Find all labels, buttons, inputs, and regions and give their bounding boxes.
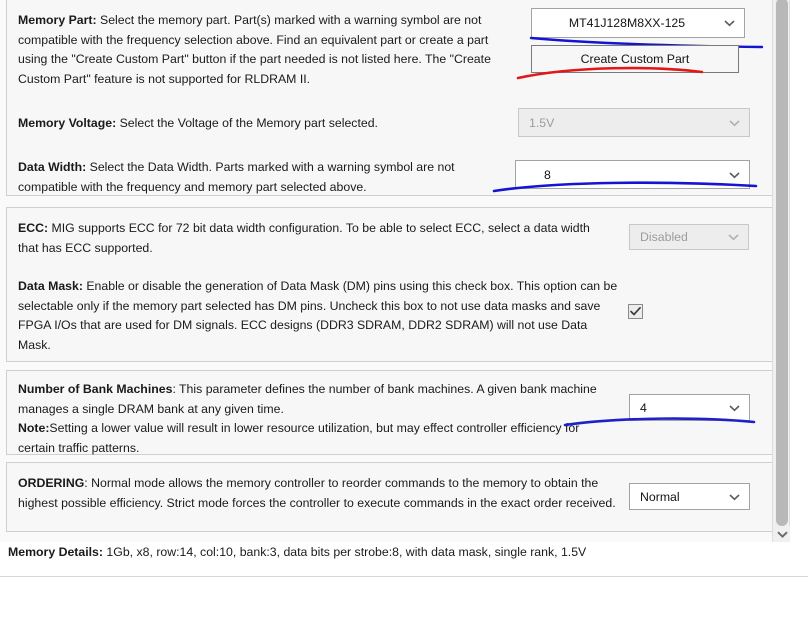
bank-machines-note-label: Note: [18, 421, 50, 435]
memory-voltage-label: Memory Voltage: [18, 116, 117, 130]
bank-machines-note-text: Setting a lower value will result in low… [18, 421, 580, 455]
memory-details: Memory Details: 1Gb, x8, row:14, col:10,… [8, 545, 586, 559]
scrollbar-thumb[interactable] [776, 0, 788, 526]
chevron-down-icon [729, 493, 740, 500]
mig-wizard-window: Memory Part: Select the memory part. Par… [0, 0, 808, 634]
scrollbar-down-arrow-button[interactable] [773, 526, 790, 542]
ordering-combobox[interactable]: Normal [629, 483, 750, 510]
data-width-value: 8 [544, 167, 551, 182]
ecc-combobox[interactable]: Disabled [629, 224, 749, 250]
memory-details-value: 1Gb, x8, row:14, col:10, bank:3, data bi… [103, 545, 587, 559]
ordering-label: ORDERING [18, 476, 85, 490]
memory-voltage-value: 1.5V [529, 115, 555, 130]
chevron-down-icon [729, 171, 740, 178]
chevron-down-icon [729, 119, 740, 126]
memory-part-label: Memory Part: [18, 13, 97, 27]
create-custom-part-label: Create Custom Part [580, 52, 690, 66]
data-mask-label: Data Mask: [18, 279, 83, 293]
memory-part-description: Memory Part: Select the memory part. Par… [18, 11, 505, 89]
memory-voltage-combobox[interactable]: 1.5V [518, 108, 750, 137]
ecc-value: Disabled [640, 230, 688, 244]
data-width-combobox[interactable]: 8 [515, 160, 750, 189]
memory-part-value: MT41J128M8XX-125 [568, 16, 686, 30]
ecc-description: ECC: MIG supports ECC for 72 bit data wi… [18, 219, 598, 258]
data-mask-description-text: Enable or disable the generation of Data… [18, 279, 618, 352]
bank-machines-description: Number of Bank Machines: This parameter … [18, 380, 618, 458]
memory-voltage-description-text: Select the Voltage of the Memory part se… [116, 116, 378, 130]
chevron-down-icon [729, 404, 740, 411]
memory-details-label: Memory Details: [8, 545, 103, 559]
memory-voltage-description: Memory Voltage: Select the Voltage of th… [18, 114, 498, 134]
chevron-down-icon [776, 530, 788, 538]
chevron-down-icon [724, 20, 735, 27]
data-width-description: Data Width: Select the Data Width. Parts… [18, 158, 488, 197]
ecc-label: ECC: [18, 221, 49, 235]
bank-machines-value: 4 [640, 400, 647, 415]
data-mask-checkbox[interactable] [628, 304, 643, 319]
wizard-footer: < Back Next > Cancel [0, 577, 808, 634]
ecc-description-text: MIG supports ECC for 72 bit data width c… [18, 221, 590, 255]
bank-machines-combobox[interactable]: 4 [629, 394, 750, 421]
scrollable-options-area: Memory Part: Select the memory part. Par… [0, 0, 790, 542]
check-icon [630, 307, 641, 316]
chevron-down-icon [728, 234, 739, 241]
create-custom-part-button[interactable]: Create Custom Part [531, 45, 739, 73]
ordering-description: ORDERING: Normal mode allows the memory … [18, 474, 618, 513]
ordering-description-text: : Normal mode allows the memory controll… [18, 476, 616, 510]
bank-machines-label: Number of Bank Machines [18, 382, 173, 396]
data-width-label: Data Width: [18, 160, 87, 174]
ordering-value: Normal [640, 489, 680, 504]
vertical-scrollbar[interactable] [772, 0, 790, 542]
data-mask-description: Data Mask: Enable or disable the generat… [18, 277, 621, 355]
memory-part-combobox[interactable]: MT41J128M8XX-125 [531, 8, 745, 38]
